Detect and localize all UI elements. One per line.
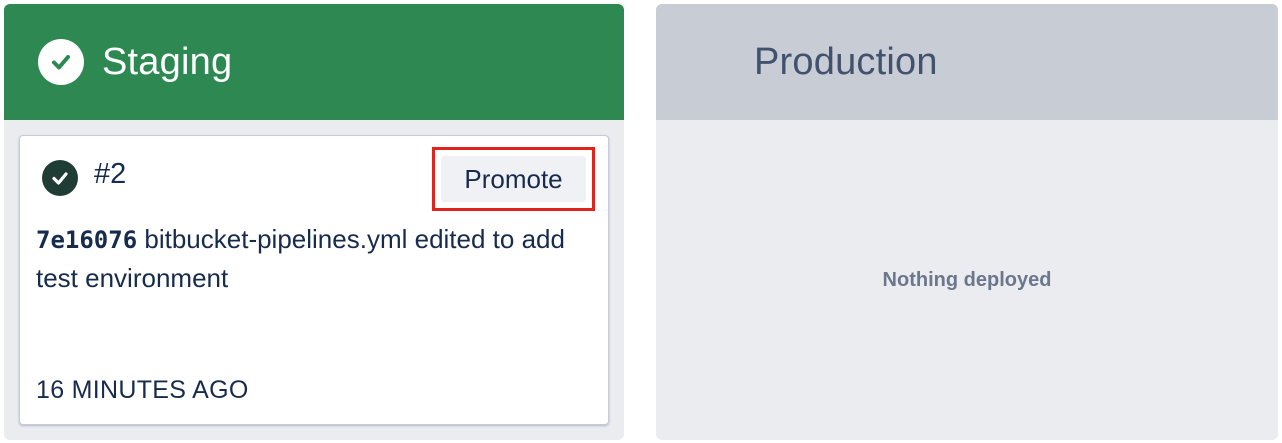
check-circle-icon	[42, 160, 78, 196]
staging-header: Staging	[4, 4, 624, 120]
production-environment: Production Nothing deployed	[656, 4, 1278, 440]
promote-button[interactable]: Promote	[441, 156, 586, 202]
deployment-number: #2	[94, 158, 127, 190]
production-empty-state: Nothing deployed	[656, 120, 1278, 440]
production-title: Production	[754, 40, 938, 83]
staging-title: Staging	[102, 40, 233, 83]
deployment-card[interactable]: #2 Promote 7e16076 bitbucket-pipelines.y…	[19, 135, 609, 425]
check-circle-icon	[38, 39, 84, 85]
production-header: Production	[656, 4, 1278, 120]
commit-description: 7e16076 bitbucket-pipelines.yml edited t…	[36, 220, 596, 297]
commit-hash-link[interactable]: 7e16076	[36, 226, 137, 254]
deployment-time: 16 MINUTES AGO	[36, 376, 249, 404]
empty-message: Nothing deployed	[882, 268, 1052, 291]
deployments-board: Staging #2 Promote 7e16076 bitbucket-pip…	[0, 0, 1282, 443]
staging-environment: Staging #2 Promote 7e16076 bitbucket-pip…	[4, 4, 624, 440]
